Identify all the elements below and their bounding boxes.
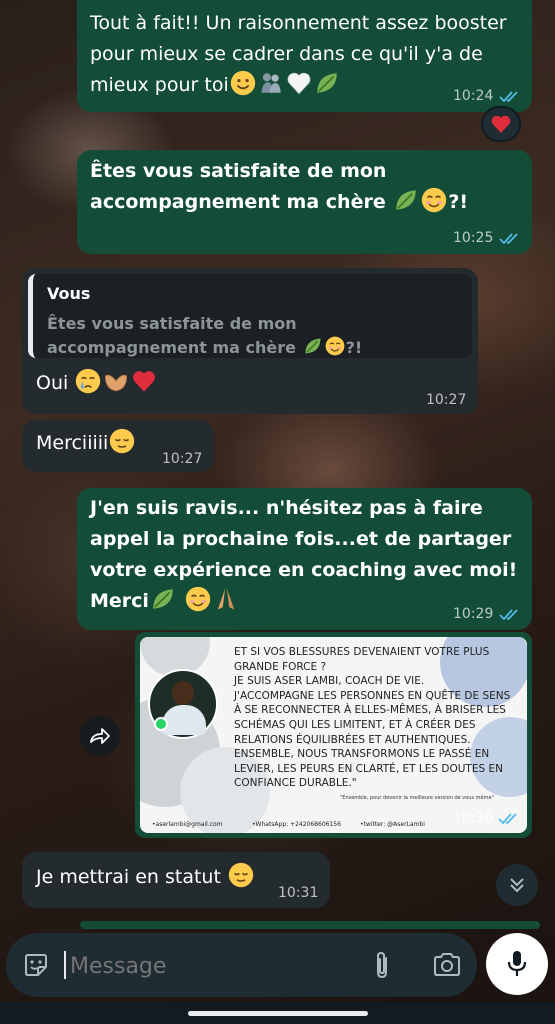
sticker-icon[interactable]: [22, 951, 50, 979]
relieved-emoji: [228, 862, 254, 888]
forward-button[interactable]: [80, 716, 120, 756]
text-cursor: [64, 951, 66, 979]
poster-twitter: •twitter: @AserLambi: [360, 821, 425, 828]
poster-tagline: "Ensemble, pour devenir la meilleure ver…: [340, 795, 494, 801]
message-time: 10:30: [453, 810, 494, 826]
crying-emoji: [75, 368, 101, 394]
message-bubble-outgoing[interactable]: Tout à fait!! Un raisonnement assez boos…: [77, 0, 532, 112]
home-gesture-handle[interactable]: [188, 1011, 368, 1016]
poster-whatsapp: •WhatsApp: +242068606156: [252, 821, 341, 828]
smile-emoji: [230, 70, 256, 96]
message-text: Tout à fait!! Un raisonnement assez boos…: [90, 12, 507, 96]
read-ticks-icon: [499, 608, 521, 622]
quoted-sender: Vous: [47, 284, 91, 303]
message-text: Êtes vous satisfaite de mon accompagneme…: [90, 160, 469, 213]
leaf-emoji: [150, 586, 176, 612]
message-bubble-incoming[interactable]: Vous Êtes vous satisfaite de mon accompa…: [22, 268, 478, 414]
coach-avatar: [148, 669, 218, 739]
quoted-text: Êtes vous satisfaite de mon accompagneme…: [47, 314, 363, 357]
message-time: 10:24: [453, 88, 494, 104]
scroll-down-icon: [510, 878, 524, 893]
leaf-emoji: [393, 187, 419, 213]
white-heart-emoji: [286, 70, 312, 96]
message-composer: [6, 933, 477, 997]
quoted-reply[interactable]: Vous Êtes vous satisfaite de mon accompa…: [28, 274, 472, 358]
family-emoji: [258, 70, 284, 96]
message-time: 10:29: [453, 606, 494, 622]
message-bubble-incoming[interactable]: Merciiiii 10:27: [22, 420, 214, 472]
poster-email: •aserlambi@gmail.com: [152, 821, 223, 828]
read-ticks-icon: [499, 90, 521, 104]
scroll-down-button[interactable]: [496, 864, 538, 906]
voice-record-button[interactable]: [486, 933, 548, 995]
camera-icon[interactable]: [432, 951, 462, 979]
red-heart-icon: [490, 113, 512, 135]
attach-icon[interactable]: [370, 949, 394, 981]
poster-text: ET SI VOS BLESSURES DEVENAIENT VOTRE PLU…: [234, 646, 511, 790]
mic-icon: [507, 951, 527, 976]
leaf-emoji: [314, 70, 340, 96]
hand-heart-emoji: [103, 368, 129, 394]
message-bubble-outgoing[interactable]: J'en suis ravis... n'hésitez pas à faire…: [77, 488, 532, 630]
image-message-bubble[interactable]: ET SI VOS BLESSURES DEVENAIENT VOTRE PLU…: [135, 632, 532, 838]
relieved-emoji: [109, 428, 135, 454]
message-text: Oui: [36, 368, 158, 399]
read-ticks-icon: [499, 232, 521, 246]
red-heart-emoji: [131, 368, 157, 394]
next-message-edge: [80, 921, 540, 929]
message-input[interactable]: [68, 945, 352, 987]
praying-hands-emoji: [213, 586, 239, 612]
message-time: 10:25: [453, 230, 494, 246]
message-text: Merciiiii: [36, 428, 136, 459]
forward-icon: [90, 728, 110, 744]
message-bubble-incoming[interactable]: Je mettrai en statut 10:31: [22, 852, 330, 908]
message-text: J'en suis ravis... n'hésitez pas à faire…: [90, 497, 518, 612]
blush-emoji: [325, 336, 345, 356]
blush-emoji: [421, 187, 447, 213]
blush-emoji: [185, 586, 211, 612]
message-text: Je mettrai en statut: [36, 862, 255, 893]
message-time: 10:31: [278, 885, 319, 901]
read-ticks-icon: [498, 812, 520, 826]
message-time: 10:27: [426, 392, 467, 408]
leaf-emoji: [303, 336, 323, 356]
message-time: 10:27: [162, 451, 203, 467]
coaching-poster-image[interactable]: ET SI VOS BLESSURES DEVENAIENT VOTRE PLU…: [140, 637, 527, 833]
message-bubble-outgoing[interactable]: Êtes vous satisfaite de mon accompagneme…: [77, 150, 532, 254]
reaction-badge[interactable]: [481, 106, 521, 142]
